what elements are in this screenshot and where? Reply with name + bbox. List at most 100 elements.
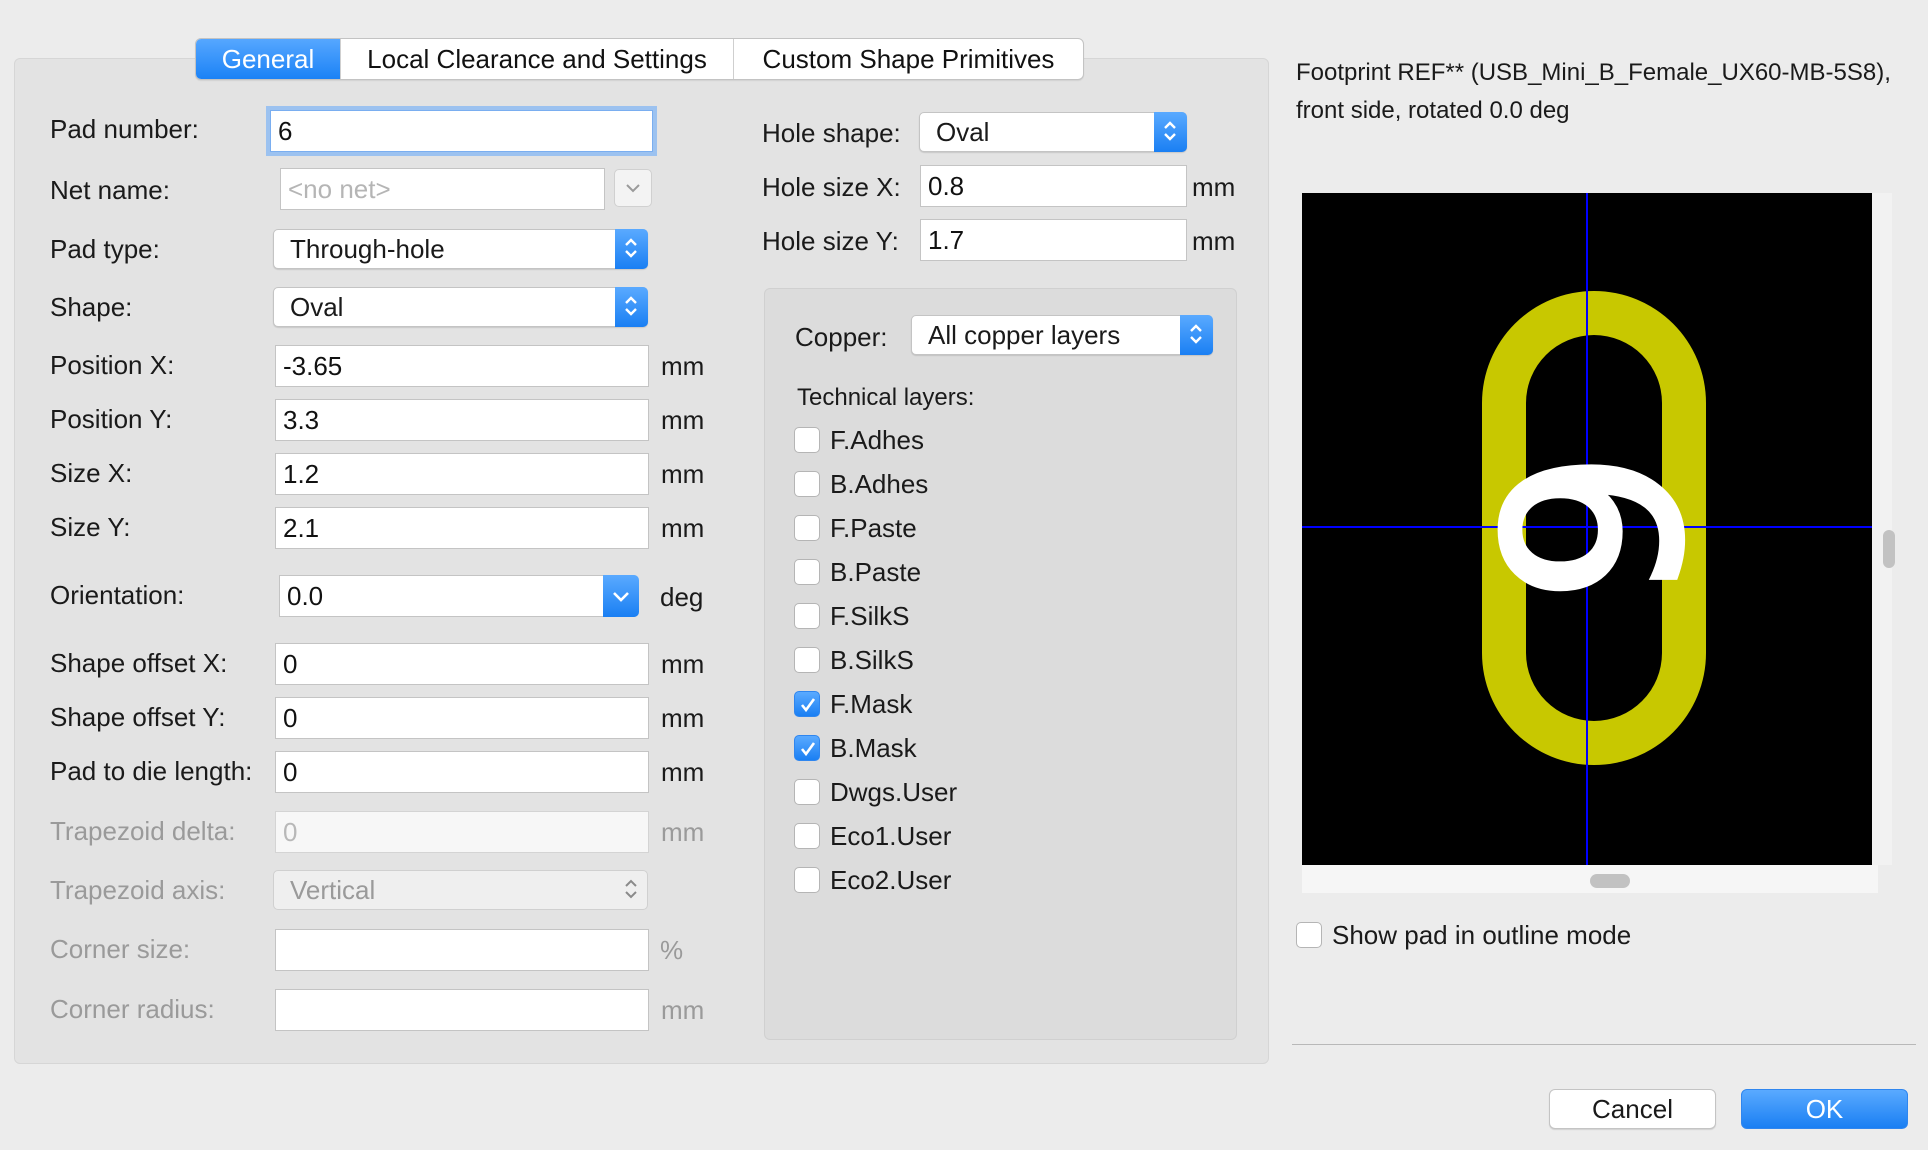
hole-size-y-unit: mm — [1192, 226, 1236, 256]
hole-shape-label: Hole shape: — [762, 118, 901, 148]
layer-checkbox[interactable] — [794, 647, 820, 673]
checkmark-icon — [800, 698, 816, 713]
tab-general[interactable]: General — [196, 39, 341, 79]
tab-custom-shape-primitives[interactable]: Custom Shape Primitives — [734, 39, 1083, 79]
shape-select[interactable]: Oval — [273, 287, 648, 327]
shape-offset-x-input[interactable]: 0 — [275, 643, 649, 685]
shape-offset-y-label: Shape offset Y: — [50, 702, 226, 732]
outline-mode-label: Show pad in outline mode — [1332, 919, 1632, 950]
corner-radius-input[interactable] — [275, 989, 649, 1031]
net-name-label: Net name: — [50, 175, 170, 205]
position-y-unit: mm — [661, 405, 705, 435]
pad-preview-drawing: 6 — [1302, 193, 1872, 865]
layer-checkbox[interactable] — [794, 515, 820, 541]
position-y-input[interactable]: 3.3 — [275, 399, 649, 441]
layer-checkbox-row[interactable]: F.SilkS — [794, 601, 909, 631]
chevron-down-icon — [626, 184, 640, 193]
pad-preview-canvas[interactable]: 6 — [1302, 193, 1872, 865]
layer-checkbox-row[interactable]: Eco2.User — [794, 865, 951, 895]
hole-size-y-input[interactable]: 1.7 — [920, 219, 1187, 261]
layer-checkbox[interactable] — [794, 823, 820, 849]
layer-checkbox-row[interactable]: Dwgs.User — [794, 777, 957, 807]
size-y-unit: mm — [661, 513, 705, 543]
chevron-down-icon — [613, 592, 629, 602]
layer-name: B.Adhes — [830, 468, 929, 499]
orientation-dropdown-button[interactable] — [603, 575, 639, 617]
layer-checkbox-row[interactable]: B.Adhes — [794, 469, 928, 499]
trapezoid-delta-unit: mm — [661, 817, 705, 847]
pad-to-die-input[interactable]: 0 — [275, 751, 649, 793]
layer-name: F.Adhes — [830, 424, 924, 455]
updown-arrows-icon — [1154, 112, 1187, 152]
shape-value: Oval — [290, 292, 344, 322]
position-x-input[interactable]: -3.65 — [275, 345, 649, 387]
hole-size-x-input[interactable]: 0.8 — [920, 165, 1187, 207]
trapezoid-axis-value: Vertical — [290, 875, 376, 905]
layer-checkbox-row[interactable]: F.Mask — [794, 689, 912, 719]
corner-size-input[interactable] — [275, 929, 649, 971]
outline-mode-checkbox-row[interactable]: Show pad in outline mode — [1296, 920, 1631, 950]
size-x-unit: mm — [661, 459, 705, 489]
hole-size-x-unit: mm — [1192, 172, 1236, 202]
layer-checkbox[interactable] — [794, 867, 820, 893]
layer-checkbox[interactable] — [794, 471, 820, 497]
copper-layers-select[interactable]: All copper layers — [911, 315, 1213, 355]
net-name-dropdown-button[interactable] — [614, 169, 652, 207]
layer-checkbox[interactable] — [794, 779, 820, 805]
footprint-info-line2: front side, rotated 0.0 deg — [1296, 97, 1570, 124]
layer-checkbox-row[interactable]: B.SilkS — [794, 645, 914, 675]
position-x-label: Position X: — [50, 350, 175, 380]
ok-button[interactable]: OK — [1741, 1089, 1908, 1129]
net-name-input[interactable]: <no net> — [280, 168, 605, 210]
size-x-input[interactable]: 1.2 — [275, 453, 649, 495]
layer-name: B.Paste — [830, 556, 922, 587]
pad-to-die-label: Pad to die length: — [50, 756, 253, 786]
tab-local-clearance[interactable]: Local Clearance and Settings — [341, 39, 734, 79]
orientation-unit: deg — [660, 582, 704, 612]
layer-checkbox-row[interactable]: B.Paste — [794, 557, 921, 587]
layer-checkbox-row[interactable]: Eco1.User — [794, 821, 951, 851]
footprint-info-line1: Footprint REF** (USB_Mini_B_Female_UX60-… — [1296, 59, 1891, 86]
corner-radius-unit: mm — [661, 995, 705, 1025]
outline-mode-checkbox[interactable] — [1296, 922, 1322, 948]
layer-checkbox-row[interactable]: B.Mask — [794, 733, 917, 763]
layer-name: Eco2.User — [830, 864, 952, 895]
position-x-unit: mm — [661, 351, 705, 381]
hole-shape-select[interactable]: Oval — [919, 112, 1187, 152]
shape-offset-x-label: Shape offset X: — [50, 648, 228, 678]
pad-number-input[interactable]: 6 — [270, 110, 653, 152]
layer-checkbox-row[interactable]: F.Adhes — [794, 425, 924, 455]
corner-size-unit: % — [660, 935, 684, 965]
checkmark-icon — [800, 742, 816, 757]
footprint-info: Footprint REF** (USB_Mini_B_Female_UX60-… — [1296, 54, 1891, 130]
hole-size-y-label: Hole size Y: — [762, 226, 899, 256]
trapezoid-delta-label: Trapezoid delta: — [50, 816, 236, 846]
size-y-input[interactable]: 2.1 — [275, 507, 649, 549]
layer-name: F.SilkS — [830, 600, 910, 631]
size-x-label: Size X: — [50, 458, 133, 488]
pad-type-value: Through-hole — [290, 234, 445, 264]
layer-checkbox[interactable] — [794, 691, 820, 717]
pad-to-die-unit: mm — [661, 757, 705, 787]
tab-bar: General Local Clearance and Settings Cus… — [195, 38, 1084, 80]
layer-checkbox[interactable] — [794, 735, 820, 761]
pad-type-select[interactable]: Through-hole — [273, 229, 648, 269]
trapezoid-axis-select: Vertical — [273, 870, 648, 910]
layer-checkbox[interactable] — [794, 427, 820, 453]
shape-offset-y-input[interactable]: 0 — [275, 697, 649, 739]
layer-name: Dwgs.User — [830, 776, 958, 807]
pad-number-glyph: 6 — [1447, 451, 1727, 604]
hole-size-x-label: Hole size X: — [762, 172, 901, 202]
preview-vertical-scrollbar[interactable] — [1872, 193, 1892, 865]
cancel-button[interactable]: Cancel — [1549, 1089, 1716, 1129]
position-y-label: Position Y: — [50, 404, 173, 434]
layer-checkbox[interactable] — [794, 559, 820, 585]
preview-horizontal-scroll-thumb[interactable] — [1590, 874, 1630, 888]
layer-name: F.Paste — [830, 512, 917, 543]
layer-checkbox[interactable] — [794, 603, 820, 629]
layer-checkbox-row[interactable]: F.Paste — [794, 513, 917, 543]
preview-vertical-scroll-thumb[interactable] — [1883, 530, 1895, 568]
orientation-label: Orientation: — [50, 580, 185, 610]
orientation-input[interactable]: 0.0 — [279, 575, 604, 617]
layer-name: B.Mask — [830, 732, 917, 763]
